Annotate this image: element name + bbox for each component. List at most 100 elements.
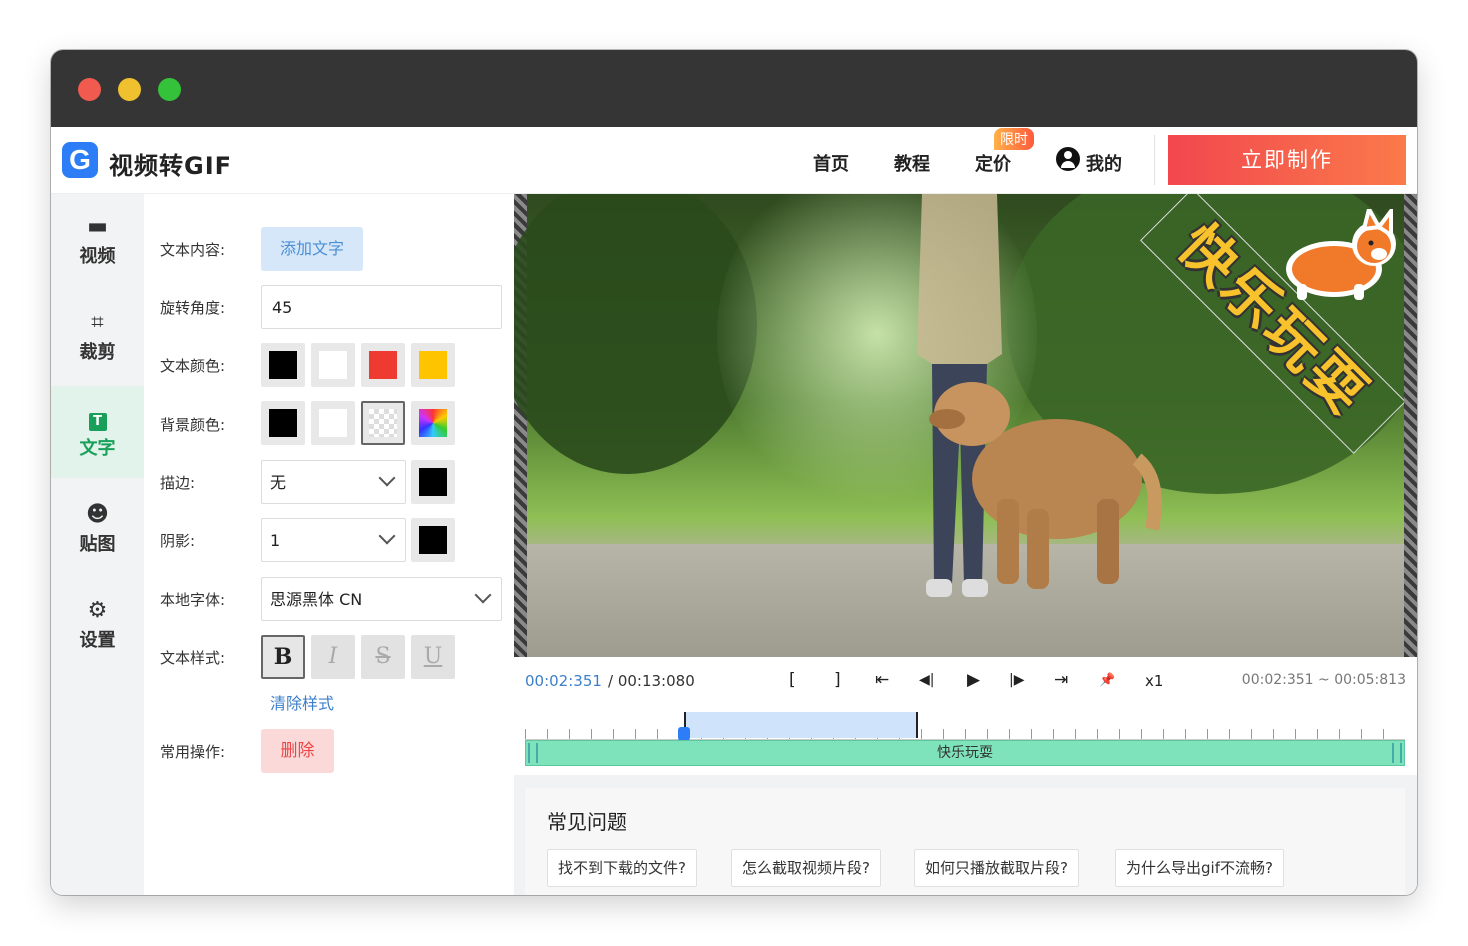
sidebar: ▬ 视频 ⌗ 裁剪 T 文字 ☻ 贴图 ⚙ 设置 xyxy=(51,194,144,895)
stroke-select[interactable]: 无 xyxy=(261,460,406,504)
chevron-down-icon xyxy=(378,469,396,487)
shadow-color-swatch[interactable] xyxy=(411,518,455,562)
selected-range[interactable] xyxy=(684,712,918,738)
brand-name[interactable]: 视频转GIF xyxy=(109,146,232,181)
logo-icon[interactable]: G xyxy=(62,142,98,178)
nav-home[interactable]: 首页 xyxy=(813,150,849,176)
track-left-handle[interactable] xyxy=(528,743,538,763)
stroke-label: 描边: xyxy=(160,474,196,492)
limited-badge: 限时 xyxy=(994,128,1034,150)
prev-frame-button[interactable]: ◀| xyxy=(919,672,934,688)
sidebar-item-sticker[interactable]: ☻ 贴图 xyxy=(51,482,144,574)
underline-button[interactable]: U xyxy=(411,635,455,679)
text-color-yellow[interactable] xyxy=(411,343,455,387)
clear-style-link[interactable]: 清除样式 xyxy=(270,690,334,714)
video-frame: 快乐玩耍 xyxy=(514,194,1417,657)
italic-button[interactable]: I xyxy=(311,635,355,679)
nav-tutorial[interactable]: 教程 xyxy=(894,150,930,176)
go-to-in-button[interactable]: ⇤ xyxy=(875,670,889,690)
header-divider xyxy=(1154,135,1155,185)
shadow-value: 1 xyxy=(270,531,281,550)
faq-item[interactable]: 如何只播放截取片段? xyxy=(914,849,1079,887)
user-avatar-icon[interactable] xyxy=(1056,147,1080,171)
timeline: 快乐玩耍 xyxy=(514,705,1417,775)
go-to-out-button[interactable]: ⇥ xyxy=(1054,670,1068,690)
content-label: 文本内容: xyxy=(160,241,226,259)
sidebar-item-text[interactable]: T 文字 xyxy=(51,386,144,478)
stroke-color-swatch[interactable] xyxy=(411,460,455,504)
bg-color-custom[interactable] xyxy=(411,401,455,445)
site-header: G 视频转GIF 首页 教程 定价 限时 我的 立即制作 xyxy=(51,127,1417,194)
bg-color-label: 背景颜色: xyxy=(160,416,226,434)
timeline-ruler[interactable] xyxy=(525,715,1405,740)
minimize-window-button[interactable] xyxy=(118,78,141,101)
shadow-select[interactable]: 1 xyxy=(261,518,406,562)
faq-item[interactable]: 为什么导出gif不流畅? xyxy=(1115,849,1284,887)
track-right-handle[interactable] xyxy=(1392,743,1402,763)
gear-icon: ⚙ xyxy=(87,598,108,623)
rotate-input[interactable]: 45 xyxy=(261,285,502,329)
sidebar-item-settings[interactable]: ⚙ 设置 xyxy=(51,578,144,670)
sidebar-item-label: 贴图 xyxy=(79,534,116,555)
stroke-value: 无 xyxy=(270,473,287,492)
sidebar-item-label: 视频 xyxy=(79,246,116,267)
font-value: 思源黑体 CN xyxy=(270,590,363,609)
dog-figure xyxy=(929,382,1162,589)
style-label: 文本样式: xyxy=(160,649,226,667)
video-preview[interactable]: 快乐玩耍 xyxy=(514,194,1417,657)
video-icon: ▬ xyxy=(87,214,108,239)
maximize-window-button[interactable] xyxy=(158,78,181,101)
player-controls: 00:02:351 / 00:13:080 [ ] ⇤ ◀| ▶ |▶ ⇥ 📌 … xyxy=(514,657,1417,705)
text-track[interactable]: 快乐玩耍 xyxy=(525,740,1405,766)
sticker-icon: ☻ xyxy=(86,502,109,527)
bg-color-transparent[interactable] xyxy=(361,401,405,445)
text-color-black[interactable] xyxy=(261,343,305,387)
bold-button[interactable]: B xyxy=(261,635,305,679)
current-time: 00:02:351 xyxy=(525,672,602,690)
text-color-label: 文本颜色: xyxy=(160,357,226,375)
sidebar-item-video[interactable]: ▬ 视频 xyxy=(51,194,144,286)
font-select[interactable]: 思源黑体 CN xyxy=(261,577,502,621)
app-window: G 视频转GIF 首页 教程 定价 限时 我的 立即制作 ▬ 视频 ⌗ 裁剪 T… xyxy=(51,50,1417,895)
chevron-down-icon xyxy=(378,527,396,545)
faq-section: 常见问题 找不到下载的文件? 怎么截取视频片段? 如何只播放截取片段? 为什么导… xyxy=(525,788,1405,895)
rotate-label: 旋转角度: xyxy=(160,299,226,317)
next-frame-button[interactable]: |▶ xyxy=(1009,672,1024,688)
add-text-button[interactable]: 添加文字 xyxy=(261,227,363,271)
corgi-sticker[interactable] xyxy=(1279,209,1399,304)
shadow-label: 阴影: xyxy=(160,532,196,550)
text-color-white[interactable] xyxy=(311,343,355,387)
ops-label: 常用操作: xyxy=(160,743,226,761)
strikethrough-button[interactable]: S xyxy=(361,635,405,679)
bg-color-black[interactable] xyxy=(261,401,305,445)
crop-icon: ⌗ xyxy=(91,310,104,335)
chevron-down-icon xyxy=(474,586,492,604)
nav-mine[interactable]: 我的 xyxy=(1086,150,1122,176)
editor-main: 快乐玩耍 00:02:351 / 00:13:080 [] ⇤ ◀| ▶ |▶… xyxy=(514,194,1417,895)
faq-title: 常见问题 xyxy=(547,810,627,834)
total-time: / 00:13:080 xyxy=(608,672,695,690)
text-icon: T xyxy=(51,406,144,432)
play-button[interactable]: ▶ xyxy=(967,670,980,690)
font-label: 本地字体: xyxy=(160,591,226,609)
start-making-button[interactable]: 立即制作 xyxy=(1168,135,1406,185)
mark-out-button[interactable]: ] xyxy=(834,670,841,690)
title-bar xyxy=(51,50,1417,127)
bg-color-white[interactable] xyxy=(311,401,355,445)
pin-icon[interactable]: 📌 xyxy=(1099,673,1115,688)
text-color-red[interactable] xyxy=(361,343,405,387)
delete-button[interactable]: 删除 xyxy=(261,729,334,773)
video-right-border xyxy=(1404,194,1417,657)
sidebar-item-label: 裁剪 xyxy=(79,342,116,363)
sidebar-item-label: 设置 xyxy=(79,630,116,651)
speed-button[interactable]: x1 xyxy=(1145,672,1163,690)
sidebar-item-crop[interactable]: ⌗ 裁剪 xyxy=(51,290,144,382)
faq-item[interactable]: 找不到下载的文件? xyxy=(547,849,697,887)
faq-item[interactable]: 怎么截取视频片段? xyxy=(731,849,881,887)
mark-in-button[interactable]: [ xyxy=(789,670,796,690)
track-label: 快乐玩耍 xyxy=(937,745,993,761)
text-settings-panel: 文本内容: 添加文字 旋转角度: 45 文本颜色: 背景颜色: 描边: 无 阴影… xyxy=(144,194,514,895)
nav-pricing[interactable]: 定价 xyxy=(975,150,1011,176)
close-window-button[interactable] xyxy=(78,78,101,101)
selection-range: 00:02:351 ~ 00:05:813 xyxy=(1241,672,1406,688)
